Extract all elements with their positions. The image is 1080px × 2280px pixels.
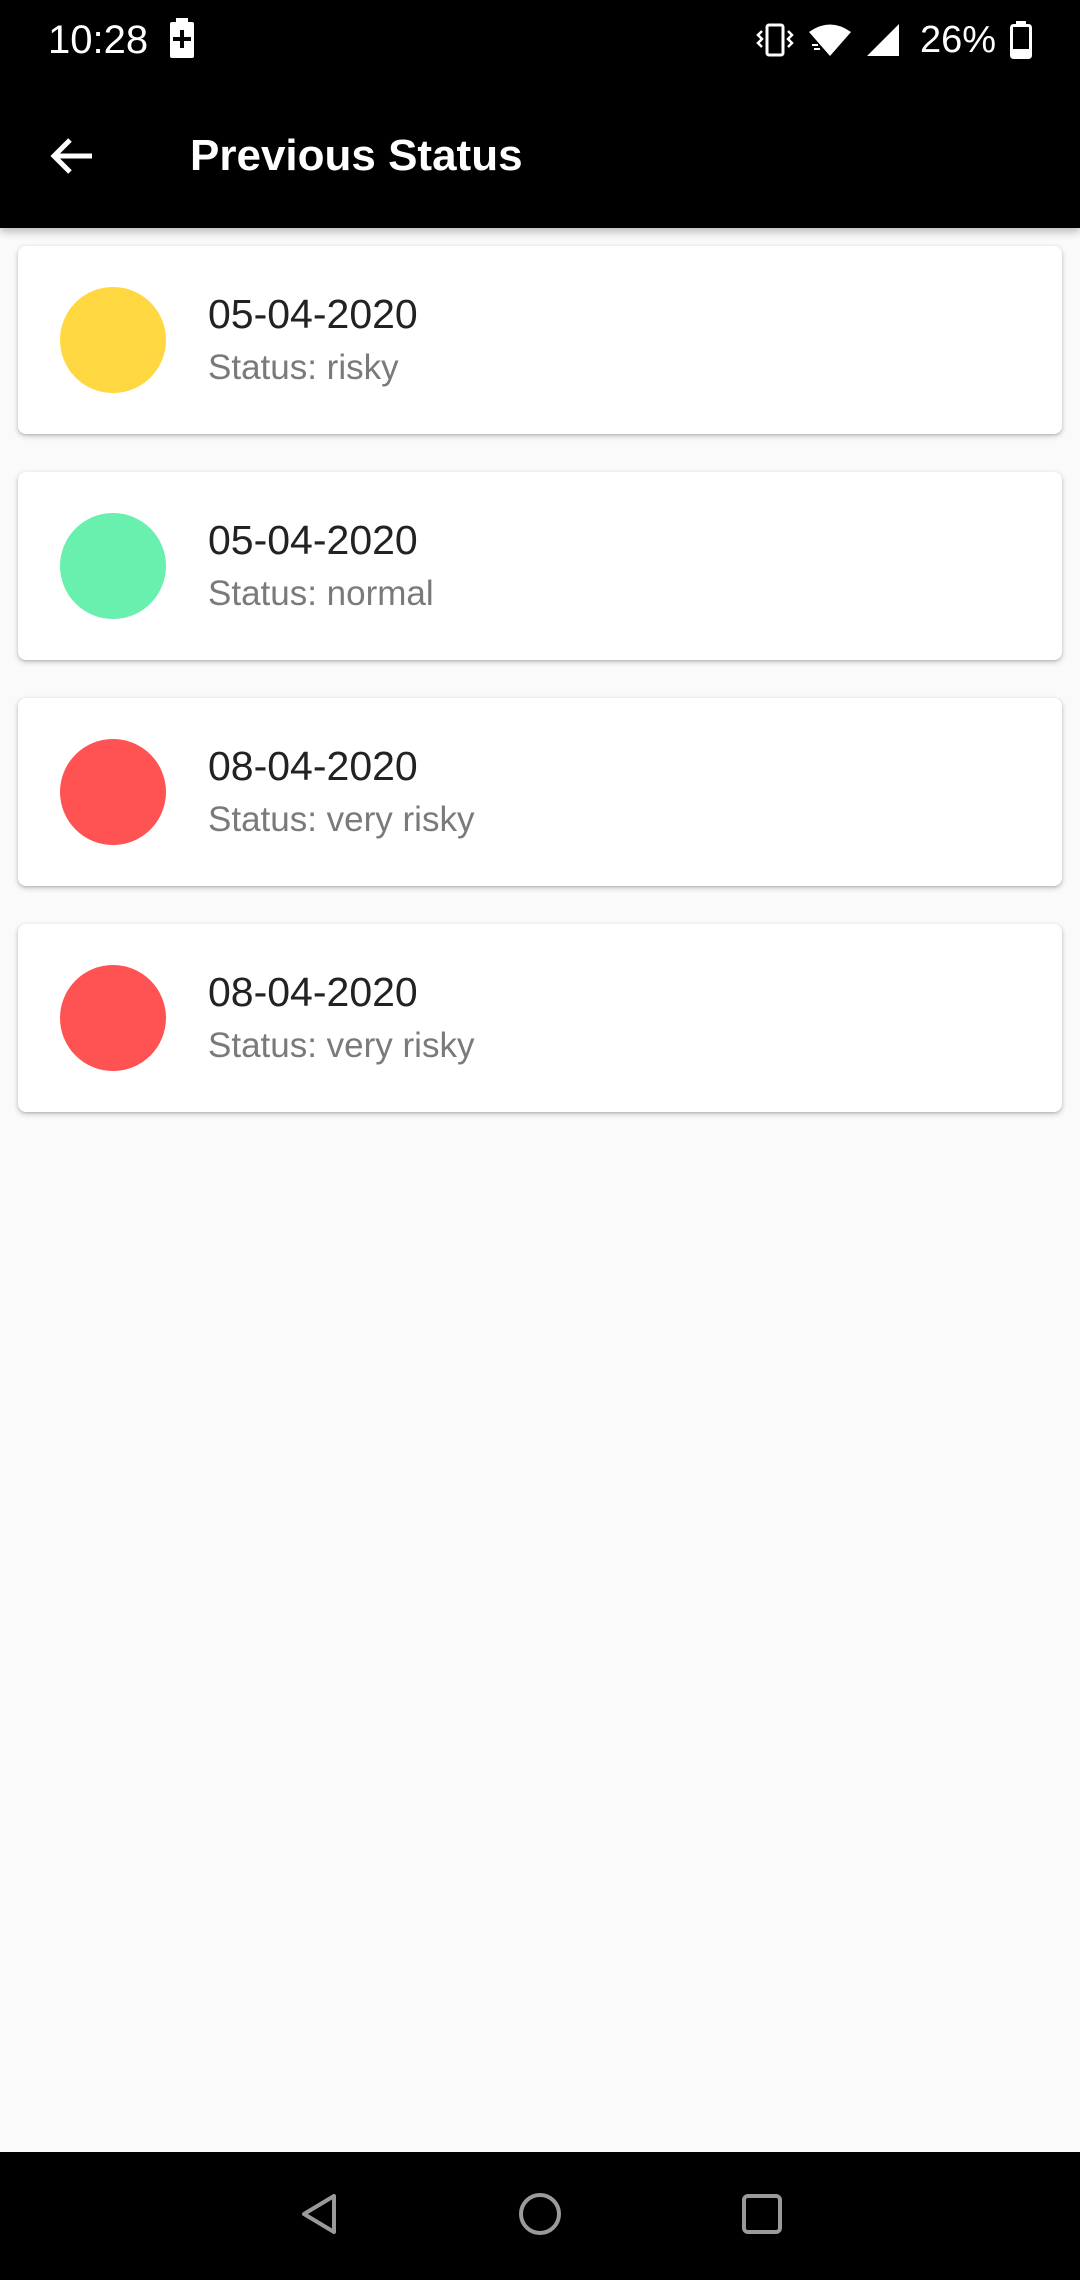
status-label: Status: very risky: [208, 1026, 475, 1065]
status-label: Status: risky: [208, 348, 399, 387]
status-history-list: 05-04-2020 Status: risky 05-04-2020 Stat…: [18, 246, 1062, 1150]
status-card[interactable]: 08-04-2020 Status: very risky: [18, 698, 1062, 886]
status-date: 08-04-2020: [208, 743, 418, 789]
system-navigation-bar: [0, 2152, 1080, 2280]
status-bar: 10:28 26%: [0, 0, 1080, 80]
nav-home-button[interactable]: [500, 2176, 580, 2256]
wifi-icon: [808, 23, 852, 57]
app-bar: Previous Status: [0, 80, 1080, 228]
status-label: Status: very risky: [208, 800, 475, 839]
status-indicator-dot: [60, 965, 166, 1071]
back-button[interactable]: [30, 116, 114, 200]
status-indicator-dot: [60, 739, 166, 845]
nav-back-button[interactable]: [280, 2176, 360, 2256]
battery-icon: [1010, 21, 1032, 59]
status-icons: 26%: [756, 16, 1032, 64]
status-label: Status: normal: [208, 574, 434, 613]
status-indicator-dot: [60, 513, 166, 619]
status-card[interactable]: 08-04-2020 Status: very risky: [18, 924, 1062, 1112]
status-indicator-dot: [60, 287, 166, 393]
home-circle-icon: [516, 2190, 564, 2243]
arrow-back-icon: [48, 132, 96, 185]
status-time: 10:28: [48, 18, 149, 62]
nav-recents-button[interactable]: [722, 2176, 802, 2256]
battery-charging-icon: [170, 18, 194, 58]
recents-square-icon: [738, 2190, 786, 2243]
battery-percent: 26%: [919, 19, 996, 61]
status-card[interactable]: 05-04-2020 Status: normal: [18, 472, 1062, 660]
status-card[interactable]: 05-04-2020 Status: risky: [18, 246, 1062, 434]
status-date: 08-04-2020: [208, 969, 418, 1015]
status-date: 05-04-2020: [208, 517, 418, 563]
previous-status-screen: 10:28 26% Previous Status 05-04-2020 Sta…: [0, 0, 1080, 2280]
cell-signal-icon: [866, 23, 900, 57]
status-date: 05-04-2020: [208, 291, 418, 337]
page-title: Previous Status: [190, 131, 523, 180]
back-triangle-icon: [296, 2190, 344, 2243]
vibrate-icon: [756, 23, 794, 57]
